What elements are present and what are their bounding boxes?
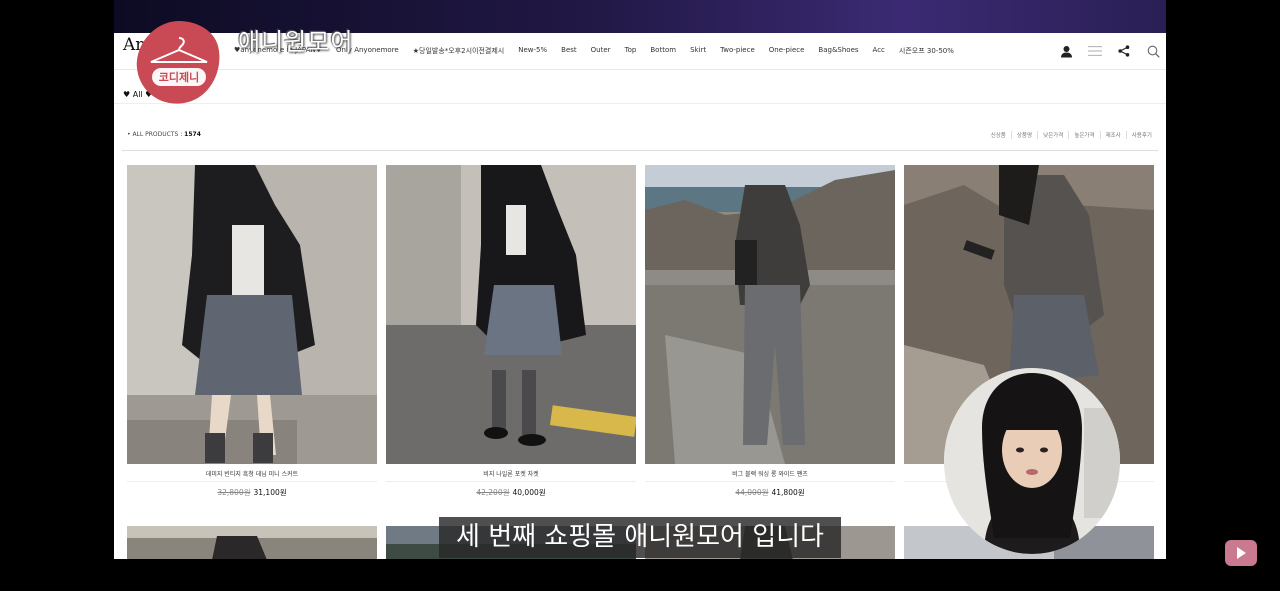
sort-price-high[interactable]: 높은가격 xyxy=(1068,131,1099,139)
menu-item-bag-shoes[interactable]: Bag&Shoes xyxy=(818,46,858,56)
product-photo[interactable] xyxy=(386,165,636,464)
product-name[interactable]: 데미지 빈티지 흑청 데님 미니 스커트 xyxy=(127,469,377,478)
user-icon[interactable] xyxy=(1057,42,1075,60)
menu-item-top[interactable]: Top xyxy=(625,46,637,56)
channel-badge: 코디제니 xyxy=(134,18,224,108)
divider xyxy=(386,481,636,482)
channel-title: 애니원모어 xyxy=(238,28,354,56)
sale-price: 40,000원 xyxy=(512,488,546,497)
menu-item-one-piece[interactable]: One-piece xyxy=(769,46,805,56)
product-card[interactable]: 데미지 빈티지 흑청 데님 미니 스커트 32,800원 31,100원 xyxy=(127,165,377,497)
play-button-icon[interactable] xyxy=(1225,540,1257,566)
divider xyxy=(114,103,1166,104)
menu-item-skirt[interactable]: Skirt xyxy=(690,46,706,56)
product-name[interactable]: 비그 블랙 워싱 롱 와이드 팬츠 xyxy=(645,469,895,478)
sort-name[interactable]: 상품명 xyxy=(1010,131,1037,139)
sale-price: 41,800원 xyxy=(771,488,805,497)
sort-reviews[interactable]: 사용후기 xyxy=(1125,131,1157,139)
menu-item-season-off[interactable]: 시즌오프 30-50% xyxy=(899,46,954,56)
search-icon[interactable] xyxy=(1144,42,1162,60)
badge-text: 코디제니 xyxy=(158,71,200,84)
product-photo[interactable] xyxy=(127,526,377,559)
menu-item-bottom[interactable]: Bottom xyxy=(650,46,676,56)
product-card[interactable]: 비그 블랙 워싱 롱 와이드 팬츠 44,000원 41,800원 xyxy=(645,165,895,497)
product-card[interactable]: 비지 나일론 포켓 자켓 42,200원 40,000원 xyxy=(386,165,636,497)
divider xyxy=(645,481,895,482)
original-price: 32,800원 xyxy=(217,488,251,497)
product-price: 42,200원 40,000원 xyxy=(386,487,636,498)
product-count-value: 1574 xyxy=(184,131,201,138)
menu-item-best[interactable]: Best xyxy=(561,46,577,56)
product-price: 44,000원 41,800원 xyxy=(645,487,895,498)
product-photo[interactable] xyxy=(645,165,895,464)
sort-maker[interactable]: 제조사 xyxy=(1099,131,1126,139)
menu-icon[interactable] xyxy=(1086,42,1104,60)
sort-price-low[interactable]: 낮은가격 xyxy=(1037,131,1068,139)
divider xyxy=(127,481,377,482)
product-photo[interactable] xyxy=(127,165,377,464)
menu-item-two-piece[interactable]: Two-piece xyxy=(720,46,755,56)
product-price: 32,800원 31,100원 xyxy=(127,487,377,498)
menu-item-same-day[interactable]: ★당일발송*오후2시이전결제시 xyxy=(413,46,505,56)
menu-item-new[interactable]: New-5% xyxy=(518,46,547,56)
video-subtitle: 세 번째 쇼핑몰 애니원모어 입니다 xyxy=(439,517,841,558)
original-price: 44,000원 xyxy=(735,488,769,497)
webcam-bubble xyxy=(944,368,1120,554)
product-count-label: • ALL PRODUCTS : xyxy=(127,131,185,138)
original-price: 42,200원 xyxy=(476,488,510,497)
menu-item-acc[interactable]: Acc xyxy=(873,46,885,56)
product-name[interactable]: 비지 나일론 포켓 자켓 xyxy=(386,469,636,478)
sale-price: 31,100원 xyxy=(253,488,287,497)
product-count: • ALL PRODUCTS : 1574 xyxy=(127,131,201,138)
menu-item-outer[interactable]: Outer xyxy=(591,46,611,56)
divider xyxy=(122,150,1158,151)
sort-options: 신상품 상품명 낮은가격 높은가격 제조사 사용후기 xyxy=(986,131,1157,139)
sort-new[interactable]: 신상품 xyxy=(986,131,1011,139)
header-icons xyxy=(1046,42,1162,60)
share-icon[interactable] xyxy=(1115,42,1133,60)
